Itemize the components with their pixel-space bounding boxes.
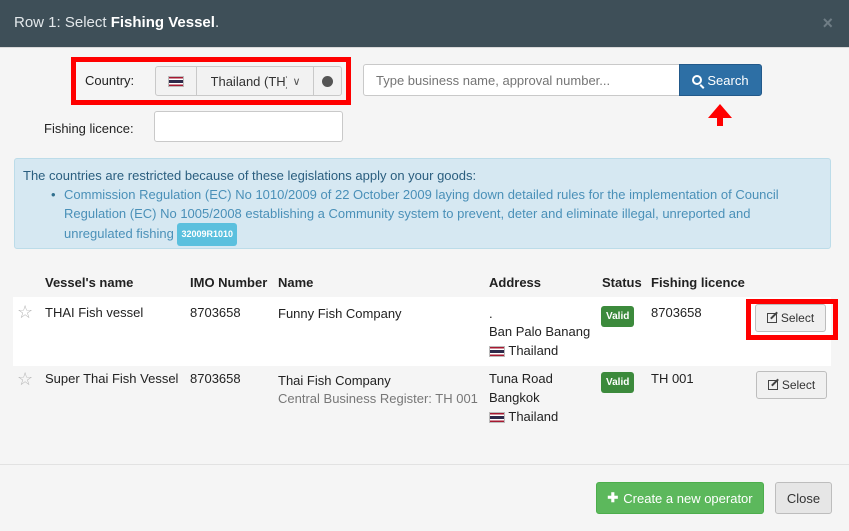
table-row: ☆ THAI Fish vessel 8703658 Funny Fish Co… [13,297,831,366]
alert-title: The countries are restricted because of … [23,168,477,183]
close-icon[interactable]: × [822,13,833,34]
legislation-list: Commission Regulation (EC) No 1010/2009 … [23,185,822,246]
country-select-value: Thailand (TH) [210,73,287,89]
fishing-licence: TH 001 [651,371,694,386]
thailand-flag-icon [489,412,505,424]
operator-name: Funny Fish Company [278,306,402,321]
star-icon[interactable]: ☆ [17,302,33,323]
operator-subtitle: Central Business Register: TH 001 [278,391,478,406]
country-label: Country: [85,73,135,88]
globe-icon [322,75,334,87]
status-cell: Valid [601,305,635,327]
country-flag-addon [156,67,197,95]
legislation-text[interactable]: Commission Regulation (EC) No 1010/2009 … [64,187,779,241]
country-name: Thailand [508,343,559,358]
title-suffix: . [214,14,220,31]
modal-header: Row 1: Select Fishing Vessel. × [0,0,849,48]
star-icon[interactable]: ☆ [17,369,33,390]
edit-icon [767,380,778,390]
create-operator-label: Create a new operator [623,490,753,506]
status-badge: Valid [601,306,635,327]
select-button-label: Select [780,311,815,325]
plus-icon: ✚ [607,490,619,505]
imo-number: 8703658 [190,371,241,386]
address-country: Thailand [489,407,558,426]
create-operator-button[interactable]: ✚ Create a new operator [596,482,764,514]
chevron-down-icon: ∨ [292,75,301,88]
licence-input[interactable] [154,111,343,142]
header-status: Status [602,275,642,290]
address-line2: Ban Palo Banang [489,324,591,339]
thailand-flag-icon [489,346,505,358]
restriction-alert: The countries are restricted because of … [14,158,831,249]
address-country: Thailand [489,341,558,360]
modal-body: Country: Thailand (TH) ∨ Search Fishing … [0,48,849,464]
red-arrow-icon [708,104,732,118]
search-input[interactable] [363,64,680,96]
modal-footer: ✚ Create a new operator Close [0,464,849,531]
select-button-label: Select [781,378,816,392]
country-select[interactable]: Thailand (TH) ∨ [196,67,315,95]
thailand-flag-icon [167,75,184,87]
search-icon [692,75,703,85]
select-button[interactable]: Select [756,371,827,399]
title-prefix: Row 1: Select [14,14,111,31]
modal-title: Row 1: Select Fishing Vessel. [14,14,219,31]
status-cell: Valid [601,371,635,393]
header-vessel-name: Vessel's name [45,275,134,290]
header-fishing-licence: Fishing licence [651,275,745,290]
edit-icon [766,313,777,323]
globe-button[interactable] [314,67,341,95]
table-row: ☆ Super Thai Fish Vessel 8703658 Thai Fi… [13,366,831,436]
country-selector: Thailand (TH) ∨ [155,66,342,96]
country-name: Thailand [508,409,559,424]
select-vessel-modal: Row 1: Select Fishing Vessel. × Country:… [0,0,849,531]
vessel-name: THAI Fish vessel [45,305,144,320]
red-arrow-stem [717,117,723,126]
address-line1: . [489,306,493,321]
address-line1: Tuna Road [489,371,553,386]
status-badge: Valid [601,372,635,393]
close-button[interactable]: Close [775,482,832,514]
header-address: Address [489,275,542,290]
title-bold: Fishing Vessel [110,14,215,31]
vessel-name: Super Thai Fish Vessel [45,371,179,386]
search-button[interactable]: Search [679,64,762,96]
legislation-item[interactable]: Commission Regulation (EC) No 1010/2009 … [23,185,822,246]
header-imo-number: IMO Number [190,275,268,290]
imo-number: 8703658 [190,305,241,320]
operator-name: Thai Fish Company [278,373,391,388]
regulation-badge: 32009R1010 [177,223,238,246]
search-button-label: Search [707,72,749,88]
licence-label: Fishing licence: [44,121,134,136]
fishing-licence: 8703658 [651,305,702,320]
header-name: Name [278,275,314,290]
address-line2: Bangkok [489,390,540,405]
select-button[interactable]: Select [755,304,826,332]
